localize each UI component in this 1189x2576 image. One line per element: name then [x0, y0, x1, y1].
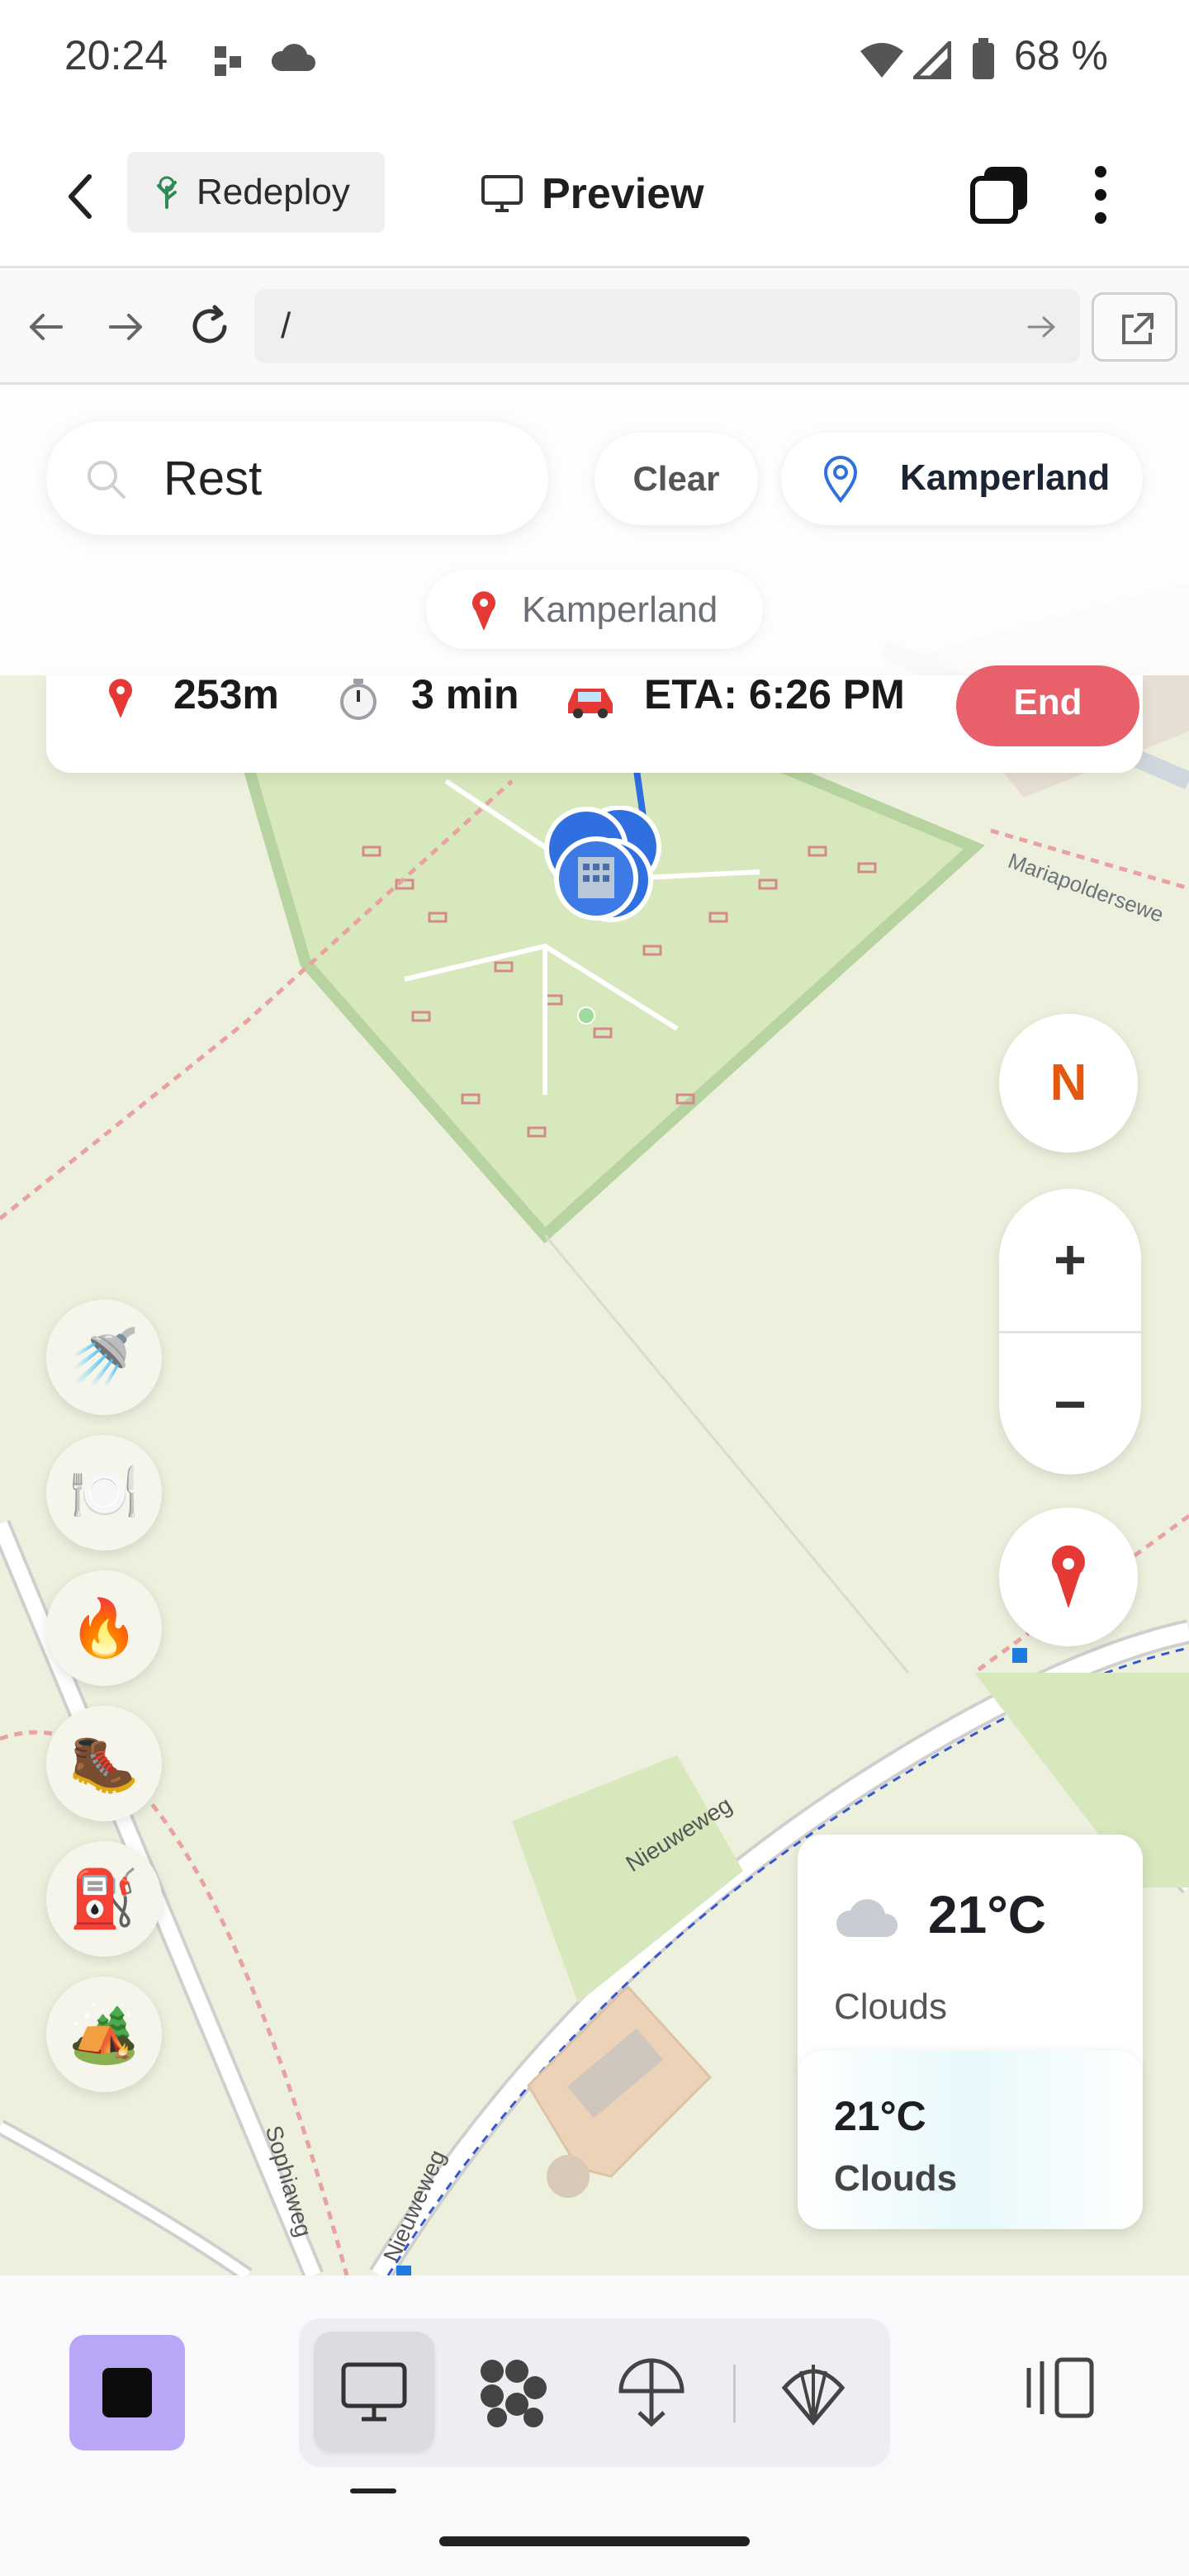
clear-button[interactable]: Clear — [594, 433, 758, 525]
fuel-pump-icon: ⛽ — [69, 1868, 140, 1930]
route-info-card: 253m 3 min ETA: 6:26 PM End — [46, 665, 1143, 773]
browser-back-icon[interactable] — [25, 309, 66, 345]
blocks-icon — [481, 2360, 547, 2427]
search-panel: Rest Clear Kamperland Kamperland — [0, 385, 1189, 675]
panel-toggle-icon[interactable] — [1024, 2355, 1098, 2421]
home-indicator — [439, 2536, 750, 2546]
go-arrow-icon[interactable] — [1026, 314, 1059, 340]
external-link-icon — [1122, 313, 1153, 344]
hiking-filter-button[interactable]: 🥾 — [46, 1706, 162, 1821]
tree-icon — [157, 176, 177, 209]
boot-icon: 🥾 — [69, 1732, 140, 1795]
search-icon — [88, 461, 126, 499]
route-distance: 253m — [173, 671, 279, 717]
browser-forward-icon[interactable] — [106, 309, 147, 345]
open-external-button[interactable] — [1092, 292, 1177, 362]
search-input[interactable]: Rest — [46, 421, 548, 535]
red-pin-icon — [1052, 1545, 1085, 1608]
restaurant-filter-button[interactable]: 🍽️ — [46, 1435, 162, 1551]
plate-icon: 🍽️ — [69, 1461, 140, 1524]
weather-widget: 21°C Clouds 21°C Clouds — [798, 1835, 1143, 2229]
grid-mode-button[interactable] — [452, 2332, 573, 2452]
zoom-in-button[interactable]: + — [999, 1189, 1141, 1331]
back-arrow-icon[interactable] — [64, 172, 94, 221]
battery-percent: 68 % — [1014, 32, 1108, 78]
active-indicator — [350, 2488, 396, 2493]
preview-tab[interactable]: Preview — [481, 157, 704, 231]
camping-filter-button[interactable]: 🏕️ — [46, 1977, 162, 2092]
shower-icon: 🚿 — [69, 1326, 140, 1389]
tent-icon: 🏕️ — [69, 2003, 140, 2066]
hotel-cluster-marker[interactable] — [528, 806, 677, 946]
stop-icon — [102, 2368, 152, 2417]
mode-switcher — [299, 2318, 890, 2467]
bottom-toolbar — [0, 2275, 1189, 2576]
reload-icon[interactable] — [187, 304, 233, 350]
compass-button[interactable]: N — [999, 1014, 1138, 1153]
app-notification-icon — [215, 46, 241, 76]
fuel-filter-button[interactable]: ⛽ — [46, 1841, 162, 1957]
monitor-icon — [341, 2362, 407, 2422]
monitor-icon — [481, 175, 523, 212]
weather-temperature: 21°C — [928, 1885, 1046, 1944]
desktop-mode-button[interactable] — [314, 2332, 434, 2452]
shell-mode-button[interactable] — [753, 2332, 874, 2452]
redeploy-label: Redeploy — [197, 172, 350, 212]
stop-button[interactable] — [69, 2335, 185, 2451]
divider — [733, 2365, 736, 2422]
tabs-icon[interactable] — [969, 163, 1032, 226]
location-label: Kamperland — [900, 457, 1111, 498]
url-text: / — [281, 305, 291, 346]
battery-icon — [973, 38, 994, 79]
zoom-control: + − — [999, 1189, 1141, 1475]
search-value: Rest — [163, 452, 263, 505]
route-duration: 3 min — [411, 671, 519, 717]
end-route-button[interactable]: End — [956, 665, 1139, 746]
location-chip[interactable]: Kamperland — [426, 570, 763, 649]
location-button[interactable]: Kamperland — [781, 433, 1143, 525]
preview-label: Preview — [542, 170, 704, 218]
shower-filter-button[interactable]: 🚿 — [46, 1300, 162, 1415]
url-bar[interactable]: / — [254, 289, 1080, 363]
umbrella-icon — [618, 2358, 685, 2427]
zoom-out-button[interactable]: − — [999, 1331, 1141, 1473]
deploy-mode-button[interactable] — [591, 2332, 712, 2452]
redeploy-button[interactable]: Redeploy — [127, 152, 385, 233]
signal-icon — [913, 41, 951, 79]
browser-toolbar: / — [0, 271, 1189, 385]
weather-condition: Clouds — [834, 1986, 947, 2027]
weather-detail: 21°C Clouds — [798, 2051, 1143, 2229]
cloud-icon — [271, 44, 315, 71]
more-vert-icon[interactable] — [1088, 163, 1113, 226]
fire-icon: 🔥 — [69, 1597, 140, 1660]
app-bar: Redeploy Preview — [0, 124, 1189, 268]
weather-condition-secondary: Clouds — [834, 2158, 958, 2199]
status-bar: 20:24 68 % — [0, 0, 1189, 124]
red-pin-icon — [109, 679, 132, 718]
location-pin-icon — [823, 456, 858, 504]
stopwatch-icon — [340, 679, 377, 720]
weather-temperature-secondary: 21°C — [834, 2093, 926, 2139]
locate-me-button[interactable] — [999, 1508, 1138, 1646]
red-pin-icon — [472, 591, 495, 631]
wifi-icon — [860, 43, 903, 78]
shell-icon — [781, 2365, 846, 2426]
route-eta: ETA: 6:26 PM — [644, 671, 905, 717]
cloud-icon — [836, 1899, 898, 1937]
location-chip-label: Kamperland — [522, 590, 718, 630]
map-view[interactable]: Mariapoldersewe Nieuweweg Sophiaweg Nieu… — [0, 385, 1189, 2275]
car-icon — [568, 689, 613, 718]
status-time: 20:24 — [64, 32, 168, 78]
campfire-filter-button[interactable]: 🔥 — [46, 1570, 162, 1686]
